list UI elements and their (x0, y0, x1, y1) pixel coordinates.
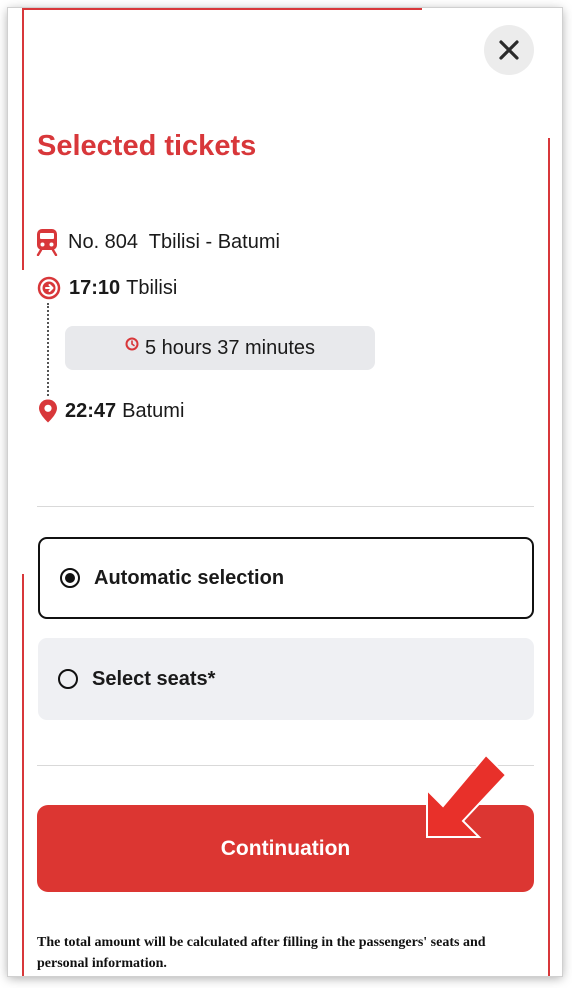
location-pin-icon (39, 399, 57, 423)
seat-option-label: Automatic selection (94, 566, 285, 589)
radio-automatic[interactable] (60, 568, 80, 588)
pointer-arrow-icon (426, 753, 508, 838)
duration-text: 5 hours 37 minutes (144, 336, 316, 359)
departure-row: 17:10 Tbilisi (37, 274, 177, 302)
seat-option-select-seats[interactable]: Select seats* (38, 638, 534, 720)
departure-city: Tbilisi (126, 276, 178, 299)
close-button[interactable] (484, 25, 534, 75)
train-label: No. 804 Tbilisi - Batumi (68, 230, 280, 253)
ticket-modal: Selected tickets No. 804 Tbilisi - Batum… (8, 8, 562, 976)
footnote: The total amount will be calculated afte… (37, 935, 486, 971)
duration-badge: 5 hours 37 minutes (65, 326, 375, 370)
train-icon (36, 229, 58, 256)
page-title: Selected tickets (37, 130, 257, 162)
route-dotted-line (47, 303, 49, 396)
decor-line-right (548, 138, 550, 976)
decor-line-left-bottom (22, 574, 24, 976)
train-info: No. 804 Tbilisi - Batumi (36, 227, 280, 257)
seat-option-automatic[interactable]: Automatic selection (38, 537, 534, 619)
clock-icon (125, 337, 139, 351)
arrival-time: 22:47 (65, 399, 117, 422)
radio-select-seats[interactable] (58, 669, 78, 689)
decor-line-top (22, 8, 422, 10)
seat-option-label: Select seats* (92, 667, 216, 690)
close-icon (499, 40, 519, 60)
arrival-row: 22:47 Batumi (37, 397, 184, 425)
arrival-city: Batumi (122, 399, 185, 422)
decor-line-left-top (22, 8, 24, 270)
departure-time: 17:10 (69, 276, 121, 299)
departure-arrow-icon (37, 276, 61, 300)
divider-top (37, 506, 534, 507)
